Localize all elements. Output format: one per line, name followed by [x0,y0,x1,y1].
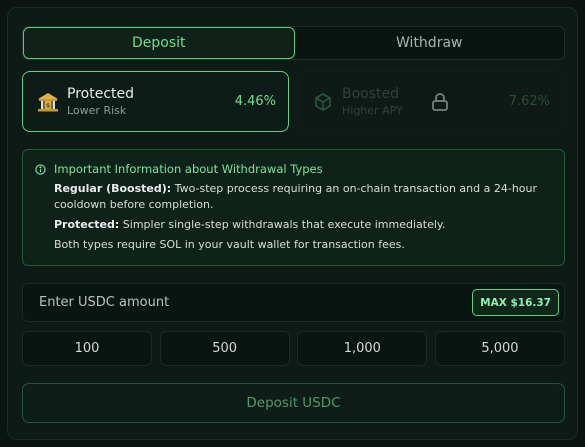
vault-rate: 4.46% [234,94,276,109]
vault-card-protected[interactable]: $ Protected Lower Risk 4.46% [22,71,289,132]
vault-card-boosted[interactable]: Boosted Higher APY 7.62% [297,71,563,132]
info-regular: Regular (Boosted): Two-step process requ… [54,181,550,213]
vault-subtitle: Higher APY [342,104,403,117]
info-protected-text: Simpler single-step withdrawals that exe… [119,218,446,231]
lock-icon [431,92,449,112]
vault-name: Boosted [342,86,400,102]
vault-name: Protected [67,86,134,102]
withdrawal-info-box: Important Information about Withdrawal T… [22,149,565,266]
mode-tabs: Deposit Withdraw [22,26,565,60]
vault-card-boosted-text: Boosted Higher APY [342,86,431,117]
vault-rate: 7.62% [508,94,550,109]
preset-1000-button[interactable]: 1,000 [297,331,428,366]
info-regular-label: Regular (Boosted): [54,182,172,195]
preset-100-button[interactable]: 100 [22,331,152,366]
usdc-amount-input[interactable] [39,295,473,310]
bank-icon: $ [35,89,61,115]
preset-500-button[interactable]: 500 [159,331,290,366]
info-icon [35,163,46,175]
info-note: Both types require SOL in your vault wal… [54,238,405,251]
max-button[interactable]: MAX $16.37 [472,289,559,316]
tab-withdraw[interactable]: Withdraw [295,27,565,59]
deposit-usdc-button[interactable]: Deposit USDC [22,383,565,423]
tab-deposit[interactable]: Deposit [23,27,295,59]
info-title-text: Important Information about Withdrawal T… [54,162,323,176]
info-title: Important Information about Withdrawal T… [35,162,550,176]
vault-card-protected-text: Protected Lower Risk [67,86,235,117]
info-protected: Protected: Simpler single-step withdrawa… [54,217,550,233]
amount-field: MAX $16.37 [22,283,565,322]
deposit-panel: Deposit Withdraw $ Protected Lower Risk … [7,7,578,440]
svg-text:$: $ [46,101,51,109]
amount-presets: 100 500 1,000 5,000 [22,331,565,366]
info-protected-label: Protected: [54,218,120,231]
cube-icon [310,89,336,115]
preset-5000-button[interactable]: 5,000 [434,331,565,366]
vault-subtitle: Lower Risk [67,104,127,117]
